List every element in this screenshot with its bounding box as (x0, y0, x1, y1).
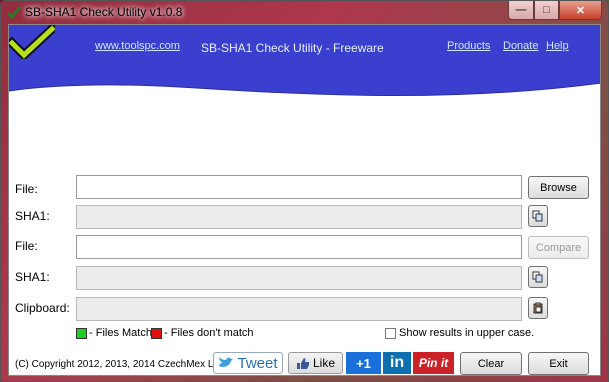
minimize-button[interactable]: — (508, 1, 534, 20)
files-nomatch-swatch (151, 328, 162, 339)
copy-icon (532, 210, 543, 222)
website-link[interactable]: www.toolspc.com (95, 40, 180, 52)
app-window: SB-SHA1 Check Utility v1.0.8 — □ ✕ www.t… (0, 0, 609, 382)
google-plus-one-button[interactable]: +1 (346, 352, 381, 374)
copy-sha1a-button[interactable] (528, 205, 548, 227)
browse-button[interactable]: Browse (528, 176, 589, 199)
copy-icon (532, 271, 543, 283)
file1-label: File: (15, 182, 38, 196)
clear-button[interactable]: Clear (460, 352, 522, 375)
linkedin-button[interactable]: in (383, 352, 411, 374)
twitter-bird-icon (219, 357, 234, 367)
files-match-swatch (76, 328, 87, 339)
file2-label: File: (15, 239, 38, 253)
maximize-button[interactable]: □ (534, 1, 559, 20)
sha1b-field (76, 266, 522, 290)
logo-checkmark-icon (9, 25, 55, 59)
tweet-button[interactable]: Tweet (213, 352, 283, 374)
clipboard-field (76, 297, 522, 321)
file1-input[interactable] (76, 175, 522, 199)
uppercase-checkbox[interactable] (385, 328, 396, 339)
files-nomatch-label: - Files don't match (164, 327, 254, 339)
donate-link[interactable]: Donate (503, 40, 538, 52)
sha1b-label: SHA1: (15, 270, 50, 284)
app-title: SB-SHA1 Check Utility - Freeware (201, 41, 384, 55)
files-match-label: - Files Match (89, 327, 152, 339)
file2-input[interactable] (76, 235, 522, 259)
copy-sha1b-button[interactable] (528, 266, 548, 288)
help-link[interactable]: Help (546, 40, 569, 52)
header-banner: www.toolspc.com SB-SHA1 Check Utility - … (9, 25, 600, 145)
pinterest-button[interactable]: Pin it (413, 352, 454, 374)
uppercase-label: Show results in upper case. (399, 327, 535, 339)
sha1a-field (76, 205, 522, 229)
main-panel: www.toolspc.com SB-SHA1 Check Utility - … (8, 24, 601, 376)
checkmark-icon (7, 6, 21, 19)
products-link[interactable]: Products (447, 40, 490, 52)
window-title: SB-SHA1 Check Utility v1.0.8 (25, 5, 183, 19)
paste-clipboard-button[interactable] (528, 297, 548, 319)
sha1a-label: SHA1: (15, 209, 50, 223)
thumbs-up-icon (296, 357, 309, 369)
copyright-text: (C) Copyright 2012, 2013, 2014 CzechMex … (15, 359, 227, 370)
title-bar[interactable]: SB-SHA1 Check Utility v1.0.8 — □ ✕ (1, 1, 608, 23)
clipboard-icon (533, 302, 543, 314)
compare-button[interactable]: Compare (528, 236, 589, 259)
exit-button[interactable]: Exit (528, 352, 589, 375)
tweet-label: Tweet (237, 354, 278, 372)
like-button[interactable]: Like (288, 352, 343, 374)
like-label: Like (312, 356, 335, 370)
close-button[interactable]: ✕ (559, 1, 602, 20)
clipboard-label: Clipboard: (15, 301, 70, 315)
